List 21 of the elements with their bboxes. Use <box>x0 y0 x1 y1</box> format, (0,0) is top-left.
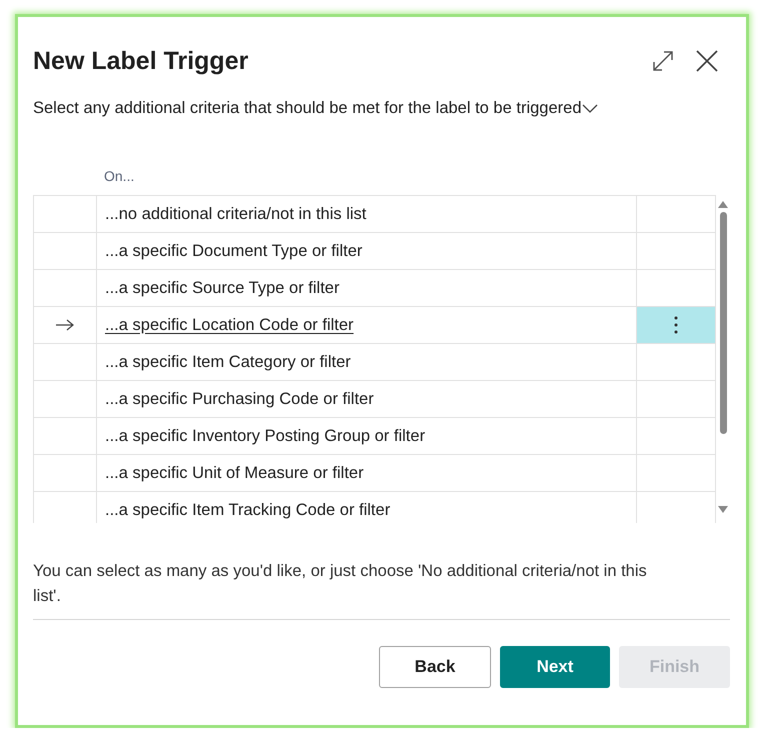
list-item[interactable]: ...a specific Document Type or filter <box>97 233 637 269</box>
chevron-icon[interactable] <box>582 104 598 114</box>
next-button[interactable]: Next <box>500 646 610 688</box>
list-item[interactable]: ...a specific Purchasing Code or filter <box>97 381 637 417</box>
dialog-title: New Label Trigger <box>33 46 248 76</box>
list-item[interactable]: ...a specific Unit of Measure or filter <box>97 455 637 491</box>
hint-text: You can select as many as you'd like, or just choose 'No additional criteria/not in this list'. <box>33 561 648 607</box>
back-button[interactable]: Back <box>379 646 491 688</box>
close-icon[interactable] <box>696 50 718 72</box>
instruction-text: Select any additional criteria that should be met for the label to be triggered <box>33 99 582 118</box>
scroll-up-icon[interactable] <box>718 201 728 208</box>
scrollbar-thumb[interactable] <box>720 212 726 434</box>
list-item[interactable]: ...a specific Item Category or filter <box>97 344 637 380</box>
list-item[interactable]: ...a specific Item Tracking Code or filter <box>97 492 637 523</box>
expand-icon[interactable] <box>652 50 674 72</box>
scroll-down-icon[interactable] <box>718 506 728 513</box>
list-item[interactable]: ...a specific Inventory Posting Group or filter <box>97 418 637 454</box>
column-header: On... <box>104 168 136 184</box>
list-item[interactable]: ...no additional criteria/not in this list <box>97 196 637 232</box>
list-item[interactable]: ...a specific Source Type or filter <box>97 270 637 306</box>
more-icon <box>674 316 678 334</box>
